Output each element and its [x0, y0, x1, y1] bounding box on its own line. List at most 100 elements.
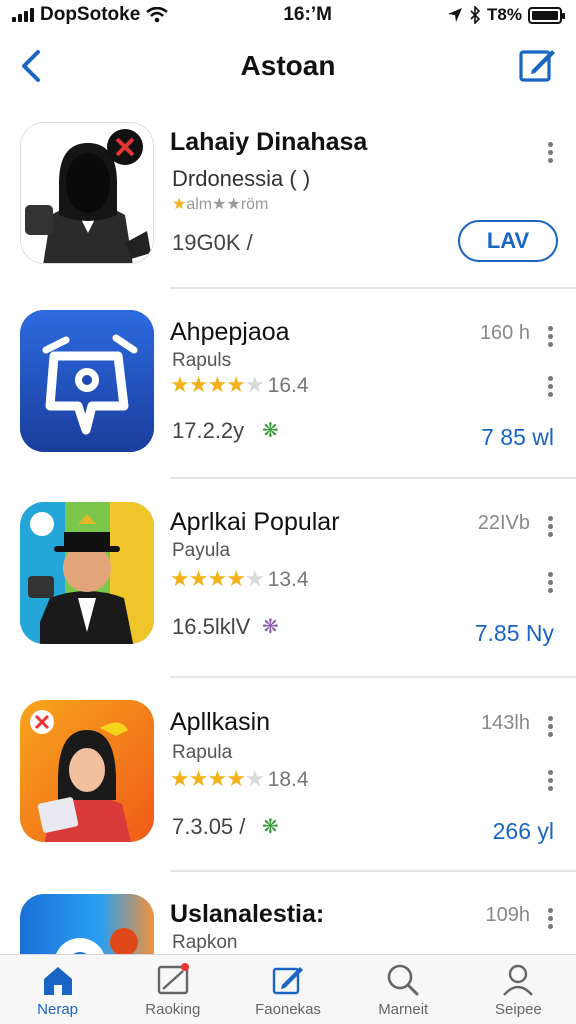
star-icon: ★ [170, 372, 190, 397]
divider [170, 676, 576, 678]
divider [170, 477, 576, 479]
star-rating: ★★★★★ 18.4 [170, 766, 309, 792]
more-options-icon[interactable] [546, 908, 554, 932]
star-rating: ★★★★★ 16.4 [170, 372, 309, 398]
tab-label: Faonekas [255, 1001, 321, 1018]
star-icon: ★ [170, 566, 190, 591]
app-time: 109h [485, 904, 531, 926]
app-size: 19G0K / [172, 230, 253, 255]
list-item[interactable]: Lahaiy Dinahasa Drdonessia ( ) ★alm★★röm… [0, 100, 576, 290]
list-item[interactable]: Apllkasin Rapula ★★★★★ 18.4 7.3.05 / ❋ 14… [0, 680, 576, 870]
list-item[interactable]: Aprlkai Popular Payula ★★★★★ 13.4 16.5lkl… [0, 480, 576, 674]
list-item[interactable]: Ahpepjaoa Rapuls ★★★★★ 16.4 17.2.2y ❋ 160… [0, 290, 576, 480]
star-icon: ★ [207, 766, 227, 791]
more-options-icon[interactable] [546, 572, 554, 596]
tab-bar: Nerap Raoking Faonekas Marneit Seipee [0, 954, 576, 1024]
app-rating-text: ★alm★★röm [172, 196, 269, 213]
app-name[interactable]: Lahaiy Dinahasa [170, 128, 367, 157]
app-time: 160 h [479, 322, 530, 344]
star-icon: ★ [244, 566, 265, 591]
battery-icon [527, 6, 565, 24]
rating-count: 13.4 [267, 568, 309, 591]
app-icon-hacker[interactable] [20, 122, 154, 264]
app-icon-camera[interactable] [20, 310, 154, 452]
camera-icon [20, 310, 154, 452]
chat-bubble-icon [20, 894, 154, 958]
app-name[interactable]: Ahpepjaoa [170, 318, 290, 347]
page-title: Astoan [240, 50, 336, 81]
price-label[interactable]: 7 85 wl [481, 424, 554, 451]
chart-icon [157, 963, 189, 995]
compose-icon [272, 967, 303, 995]
more-options-icon[interactable] [546, 326, 554, 350]
app-subtitle: Rapuls [172, 350, 232, 371]
star-icon: ★ [188, 566, 209, 591]
star-rating: ★★★★★ 13.4 [170, 566, 309, 592]
battery-percent: T8% [487, 5, 522, 24]
rating-count: 16.4 [267, 374, 309, 397]
star-icon: ★ [244, 766, 265, 791]
status-bar-right: T8% [447, 5, 565, 25]
star-icon: ★ [226, 766, 246, 791]
tab-profile[interactable]: Seipee [461, 955, 576, 1024]
more-options-icon[interactable] [546, 770, 554, 794]
app-name[interactable]: Uslanalestia: [170, 900, 324, 929]
star-icon: ★ [172, 196, 187, 213]
app-size: 7.3.05 / [172, 814, 246, 839]
app-name[interactable]: Apllkasin [170, 708, 270, 737]
bluetooth-icon [470, 6, 481, 24]
status-time: 16:’M [283, 4, 332, 25]
wifi-icon [146, 7, 169, 23]
app-subtitle: Rapkon [172, 932, 238, 953]
status-bar-left: DopSotoke [12, 4, 169, 26]
star-icon: ★ [188, 372, 209, 397]
get-button[interactable]: LAV [458, 220, 558, 262]
nav-bar: Astoan [0, 36, 576, 98]
app-icon-apllkasin[interactable] [20, 700, 154, 842]
star-icon: ★ [226, 372, 246, 397]
price-label[interactable]: 7.85 Ny [475, 620, 554, 647]
location-icon [448, 8, 463, 22]
tab-compose[interactable]: Faonekas [230, 955, 345, 1024]
star-icon: ★ [244, 372, 265, 397]
compose-icon[interactable] [518, 44, 558, 84]
list-item[interactable]: Uslanalestia: Rapkon 109h [0, 874, 576, 958]
more-options-icon[interactable] [546, 716, 554, 740]
signal-icon [12, 8, 34, 22]
app-icon-uslanalestia[interactable] [20, 894, 154, 958]
person-hat-icon [20, 502, 154, 644]
app-size: 16.5lklV [172, 614, 251, 639]
star-icon: ★ [207, 566, 227, 591]
price-label[interactable]: 266 yl [493, 818, 554, 845]
app-time: 22IVb [477, 512, 530, 534]
tab-ranking[interactable]: Raoking [115, 955, 230, 1024]
app-subtitle: Drdonessia ( ) [172, 166, 311, 191]
tab-label: Marneit [378, 1001, 429, 1018]
star-icon: ★ [188, 766, 209, 791]
star-icon: ★ [207, 372, 227, 397]
gear-icon: ❋ [262, 420, 279, 442]
more-options-icon[interactable] [546, 142, 554, 166]
home-icon [43, 967, 72, 995]
star-icon: ★ [170, 766, 190, 791]
carrier-name: DopSotoke [40, 4, 141, 25]
tab-label: Nerap [37, 1001, 79, 1018]
more-options-icon[interactable] [546, 516, 554, 540]
gear-icon: ❋ [262, 816, 279, 838]
search-icon [387, 964, 419, 996]
star-icon: ★ [226, 566, 246, 591]
tab-search[interactable]: Marneit [346, 955, 461, 1024]
person-hijab-icon [20, 700, 154, 842]
hacker-icon [21, 123, 153, 263]
tab-home[interactable]: Nerap [0, 955, 115, 1024]
divider [170, 287, 576, 289]
more-options-icon[interactable] [546, 376, 554, 400]
app-size: 17.2.2y [172, 418, 245, 443]
gear-icon: ❋ [262, 616, 279, 638]
status-bar: DopSotoke 16:’M T8% [0, 0, 576, 30]
app-icon-popular[interactable] [20, 502, 154, 644]
app-store-screen: DopSotoke 16:’M T8% Astoan Lahaiy Dinaha… [0, 0, 576, 1024]
app-time: 143lh [481, 712, 530, 734]
app-name[interactable]: Aprlkai Popular [170, 508, 340, 537]
app-subtitle: Rapula [172, 742, 233, 763]
